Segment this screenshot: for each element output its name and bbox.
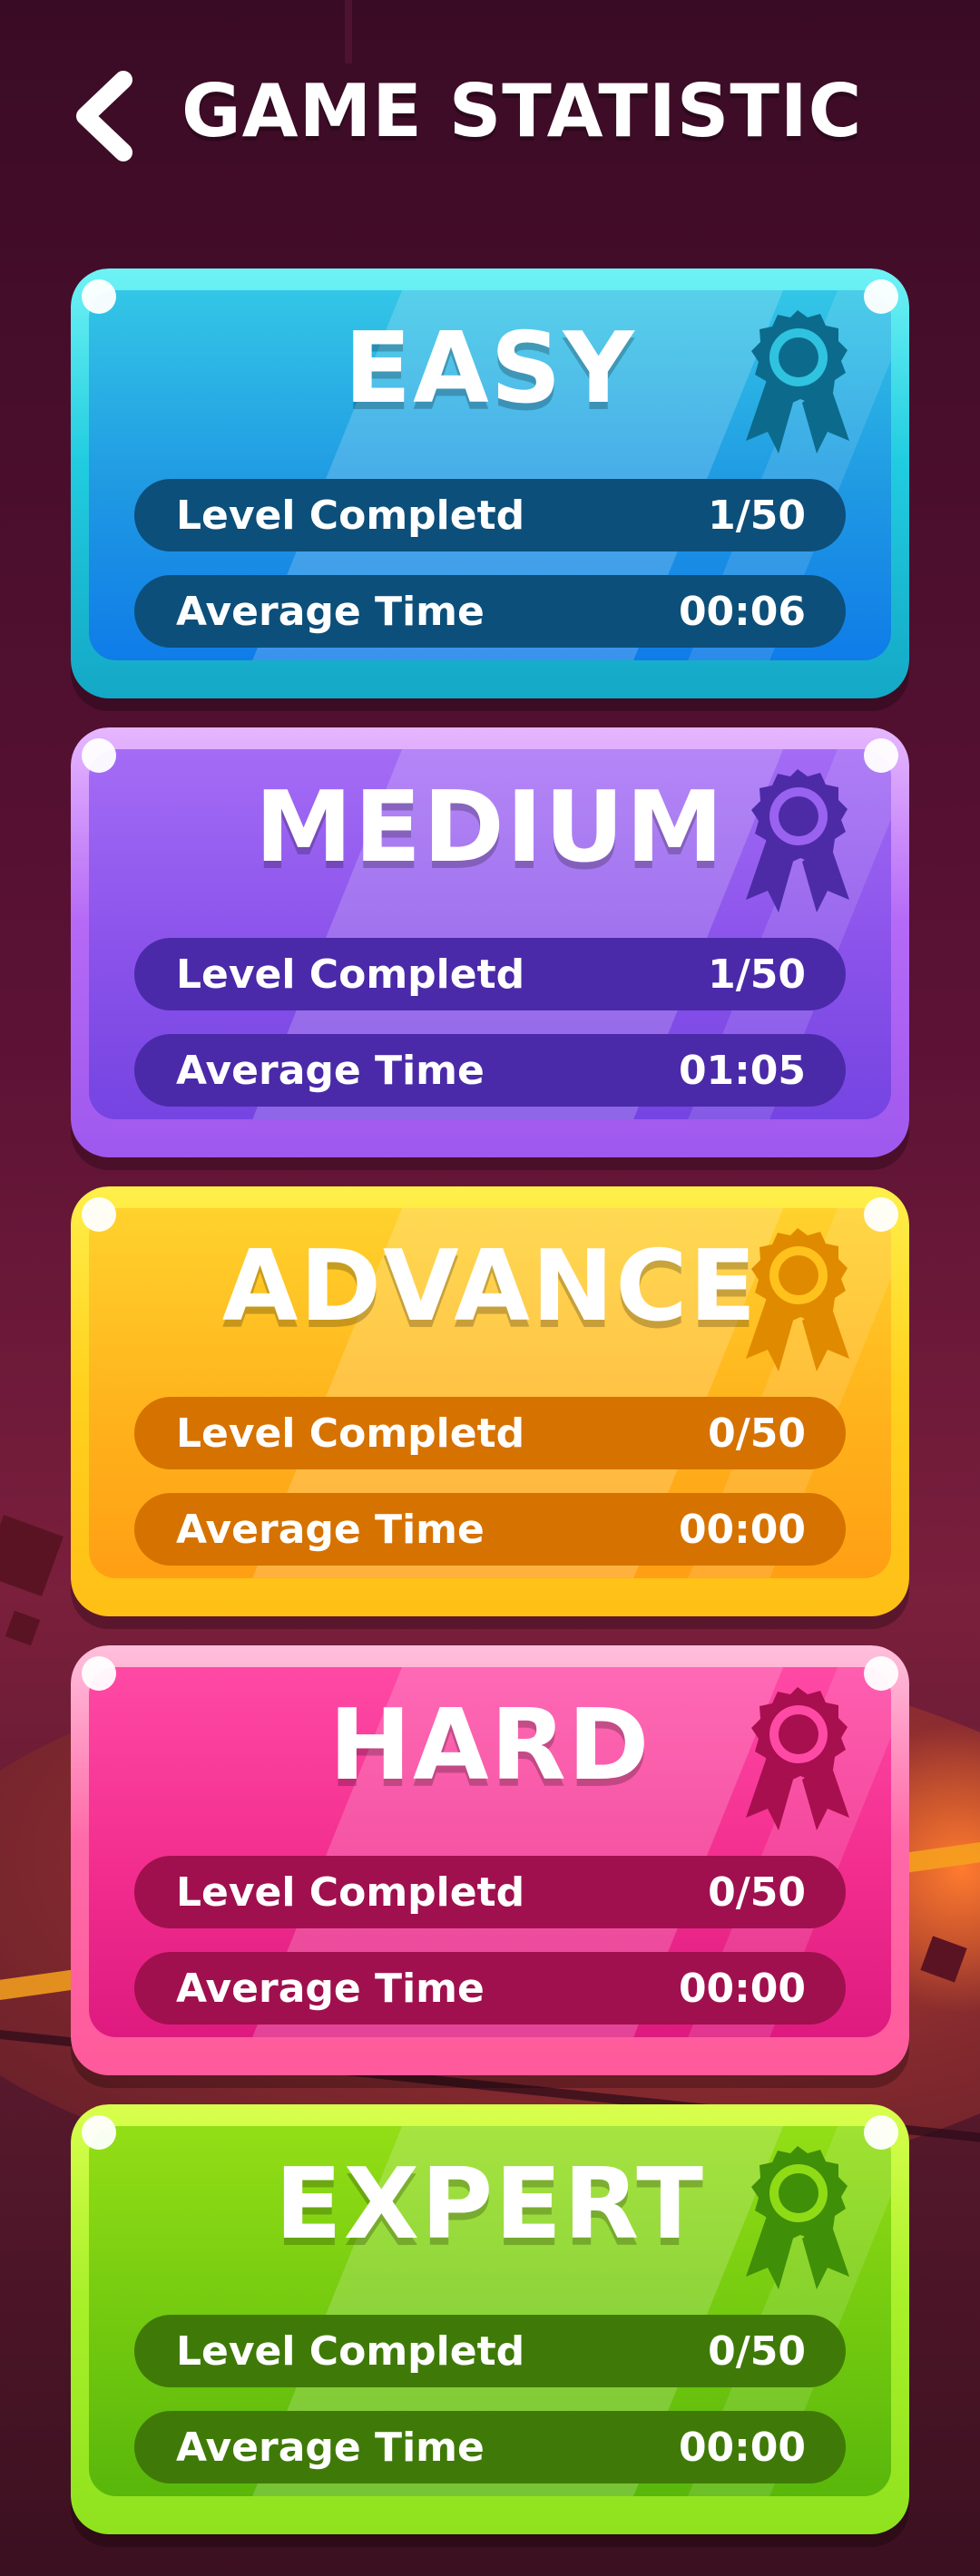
average-time-value: 00:06 (678, 588, 806, 635)
award-ribbon-icon (746, 769, 849, 912)
card-hard[interactable]: HARD Level Completd 0/50 Average Time 00… (71, 1645, 909, 2075)
card-corner-highlight (82, 279, 116, 314)
average-time-value: 00:00 (678, 1965, 806, 2012)
average-time-row: Average Time 00:06 (134, 575, 846, 648)
card-corner-highlight (864, 279, 898, 314)
level-completed-value: 0/50 (708, 1410, 806, 1457)
level-completed-label: Level Completd (176, 1410, 525, 1457)
level-completed-row: Level Completd 1/50 (134, 479, 846, 551)
level-completed-row: Level Completd 1/50 (134, 938, 846, 1010)
card-corner-highlight (82, 738, 116, 773)
average-time-value: 00:00 (678, 2424, 806, 2471)
average-time-label: Average Time (176, 2424, 485, 2471)
header: GAME STATISTIC (0, 0, 980, 236)
average-time-row: Average Time 01:05 (134, 1034, 846, 1107)
card-corner-highlight (864, 2115, 898, 2150)
level-completed-row: Level Completd 0/50 (134, 1856, 846, 1928)
card-corner-highlight (864, 1197, 898, 1232)
level-completed-label: Level Completd (176, 1869, 525, 1916)
level-completed-value: 1/50 (708, 492, 806, 539)
level-completed-label: Level Completd (176, 951, 525, 998)
chevron-left-icon (76, 71, 132, 161)
page-title: GAME STATISTIC (181, 69, 863, 153)
level-completed-label: Level Completd (176, 492, 525, 539)
level-completed-label: Level Completd (176, 2327, 525, 2375)
award-ribbon-icon (746, 310, 849, 454)
average-time-row: Average Time 00:00 (134, 2411, 846, 2483)
level-completed-value: 0/50 (708, 2327, 806, 2375)
average-time-row: Average Time 00:00 (134, 1493, 846, 1566)
card-easy[interactable]: EASY Level Completd 1/50 Average Time 00… (71, 268, 909, 698)
level-completed-value: 0/50 (708, 1869, 806, 1916)
average-time-value: 00:00 (678, 1506, 806, 1553)
award-ribbon-icon (746, 1687, 849, 1830)
card-corner-highlight (864, 738, 898, 773)
card-advance[interactable]: ADVANCE Level Completd 0/50 Average Time… (71, 1186, 909, 1616)
level-completed-value: 1/50 (708, 951, 806, 998)
average-time-value: 01:05 (678, 1047, 806, 1094)
average-time-label: Average Time (176, 588, 485, 635)
card-corner-highlight (82, 1656, 116, 1691)
back-button[interactable] (67, 71, 140, 161)
average-time-label: Average Time (176, 1047, 485, 1094)
card-expert[interactable]: EXPERT Level Completd 0/50 Average Time … (71, 2104, 909, 2534)
card-corner-highlight (82, 1197, 116, 1232)
card-corner-highlight (864, 1656, 898, 1691)
level-completed-row: Level Completd 0/50 (134, 1397, 846, 1469)
award-ribbon-icon (746, 1228, 849, 1371)
level-completed-row: Level Completd 0/50 (134, 2315, 846, 2387)
award-ribbon-icon (746, 2146, 849, 2289)
average-time-row: Average Time 00:00 (134, 1952, 846, 2025)
card-corner-highlight (82, 2115, 116, 2150)
average-time-label: Average Time (176, 1506, 485, 1553)
average-time-label: Average Time (176, 1965, 485, 2012)
card-medium[interactable]: MEDIUM Level Completd 1/50 Average Time … (71, 727, 909, 1157)
